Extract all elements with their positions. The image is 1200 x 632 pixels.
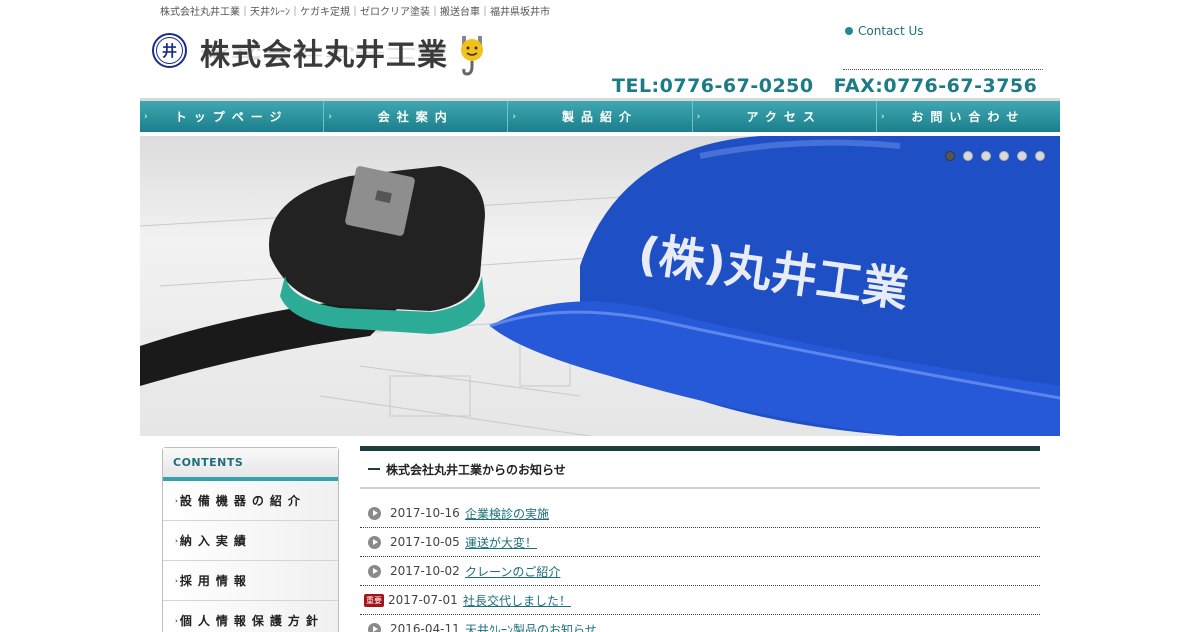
contact-us-label: Contact Us bbox=[858, 24, 924, 38]
bullet-icon bbox=[845, 27, 853, 35]
news-link[interactable]: 企業検診の実施 bbox=[465, 505, 549, 522]
chevron-right-icon: › bbox=[512, 112, 517, 122]
hero-slideshow[interactable]: (株)丸井工業 bbox=[140, 136, 1060, 436]
news-link[interactable]: 運送が大変！ bbox=[465, 534, 537, 551]
news-item: 2017-10-16 企業検診の実施 bbox=[360, 499, 1040, 528]
nav-access[interactable]: › アクセス bbox=[691, 101, 876, 132]
sidebar-item-equipment[interactable]: › 設備機器の紹介 bbox=[163, 481, 338, 521]
news-item: 重要 2017-07-01 社長交代しました！ bbox=[360, 586, 1040, 615]
nav-company[interactable]: › 会社案内 bbox=[323, 101, 507, 132]
sidebar-item-label: 個人情報保護方針 bbox=[179, 614, 324, 628]
news-date: 2017-10-16 bbox=[390, 506, 460, 520]
news-date: 2017-10-02 bbox=[390, 564, 460, 578]
chevron-right-icon: › bbox=[175, 616, 178, 625]
news-list: 2017-10-16 企業検診の実施 2017-10-05 運送が大変！ 201… bbox=[360, 499, 1040, 632]
sidebar-item-privacy[interactable]: › 個人情報保護方針 bbox=[163, 601, 338, 632]
news-section: 株式会社丸井工業からのお知らせ 2017-10-16 企業検診の実施 2017-… bbox=[360, 446, 1040, 632]
nav-products[interactable]: › 製品紹介 bbox=[507, 101, 691, 132]
global-nav: › トップページ › 会社案内 › 製品紹介 › アクセス › お問い合わせ bbox=[140, 98, 1060, 132]
hero-image: (株)丸井工業 bbox=[140, 136, 1060, 436]
contact-divider bbox=[843, 69, 1043, 70]
phone-fax-numbers: TEL:0776-67-0250 FAX:0776-67-3756 bbox=[612, 75, 1037, 97]
slide-dot-1[interactable] bbox=[945, 151, 955, 161]
news-heading: 株式会社丸井工業からのお知らせ bbox=[360, 451, 1040, 489]
news-link[interactable]: クレーンのご紹介 bbox=[465, 563, 560, 580]
nav-label: 製品紹介 bbox=[562, 110, 639, 124]
play-bullet-icon bbox=[368, 506, 381, 520]
sidebar-item-label: 設備機器の紹介 bbox=[179, 494, 306, 508]
slide-indicators bbox=[945, 151, 1045, 161]
nav-label: アクセス bbox=[746, 110, 822, 124]
news-date: 2017-10-05 bbox=[390, 535, 460, 549]
slide-dot-6[interactable] bbox=[1035, 151, 1045, 161]
chevron-right-icon: › bbox=[175, 496, 178, 505]
chevron-right-icon: › bbox=[696, 112, 701, 122]
sidebar-item-recruit[interactable]: › 採用情報 bbox=[163, 561, 338, 601]
sidebar-heading: CONTENTS bbox=[163, 448, 338, 481]
chevron-right-icon: › bbox=[175, 536, 178, 545]
nav-label: トップページ bbox=[174, 110, 289, 124]
crane-hook-icon bbox=[461, 36, 483, 76]
slide-dot-4[interactable] bbox=[999, 151, 1009, 161]
slide-dot-3[interactable] bbox=[981, 151, 991, 161]
news-link[interactable]: 天井ｸﾚｰﾝ製品のお知らせ bbox=[465, 621, 597, 632]
logo-char: 井 bbox=[156, 37, 183, 64]
news-date: 2016-04-11 bbox=[390, 622, 460, 632]
tel-number: TEL:0776-67-0250 bbox=[612, 75, 814, 97]
nav-contact[interactable]: › お問い合わせ bbox=[875, 101, 1060, 132]
news-item: 2016-04-11 天井ｸﾚｰﾝ製品のお知らせ bbox=[360, 615, 1040, 632]
play-bullet-icon bbox=[368, 535, 381, 549]
news-item: 2017-10-05 運送が大変！ bbox=[360, 528, 1040, 557]
slide-dot-5[interactable] bbox=[1017, 151, 1027, 161]
play-bullet-icon bbox=[368, 564, 381, 578]
dash-icon bbox=[368, 468, 380, 470]
play-bullet-icon bbox=[368, 622, 381, 632]
important-badge: 重要 bbox=[364, 593, 384, 607]
news-link[interactable]: 社長交代しました！ bbox=[463, 592, 571, 609]
news-title: 株式会社丸井工業からのお知らせ bbox=[386, 462, 566, 477]
nav-top[interactable]: › トップページ bbox=[140, 101, 323, 132]
chevron-right-icon: › bbox=[880, 112, 885, 122]
contact-us-link[interactable]: Contact Us bbox=[845, 24, 924, 38]
chevron-right-icon: › bbox=[144, 112, 148, 122]
news-date: 2017-07-01 bbox=[388, 593, 458, 607]
news-item: 2017-10-02 クレーンのご紹介 bbox=[360, 557, 1040, 586]
nav-label: 会社案内 bbox=[377, 110, 454, 124]
contents-sidebar: CONTENTS › 設備機器の紹介 › 納入実績 › 採用情報 › 個人情報保護方針 bbox=[162, 447, 339, 632]
slide-dot-2[interactable] bbox=[963, 151, 973, 161]
nav-label: お問い合わせ bbox=[911, 110, 1026, 124]
chevron-right-icon: › bbox=[328, 112, 332, 122]
sidebar-item-deliveries[interactable]: › 納入実績 bbox=[163, 521, 338, 561]
company-logo-mark[interactable]: 井 bbox=[152, 33, 187, 68]
fax-number: FAX:0776-67-3756 bbox=[833, 75, 1038, 97]
site-tagline: 株式会社丸井工業｜天井ｸﾚｰﾝ｜ケガキ定規｜ゼロクリア塗装｜搬送台車｜福井県坂井… bbox=[160, 7, 550, 18]
chevron-right-icon: › bbox=[175, 576, 178, 585]
sidebar-item-label: 納入実績 bbox=[179, 534, 252, 548]
sidebar-item-label: 採用情報 bbox=[179, 574, 252, 588]
company-name-reflection: 株式会社丸井工業 bbox=[200, 44, 448, 61]
